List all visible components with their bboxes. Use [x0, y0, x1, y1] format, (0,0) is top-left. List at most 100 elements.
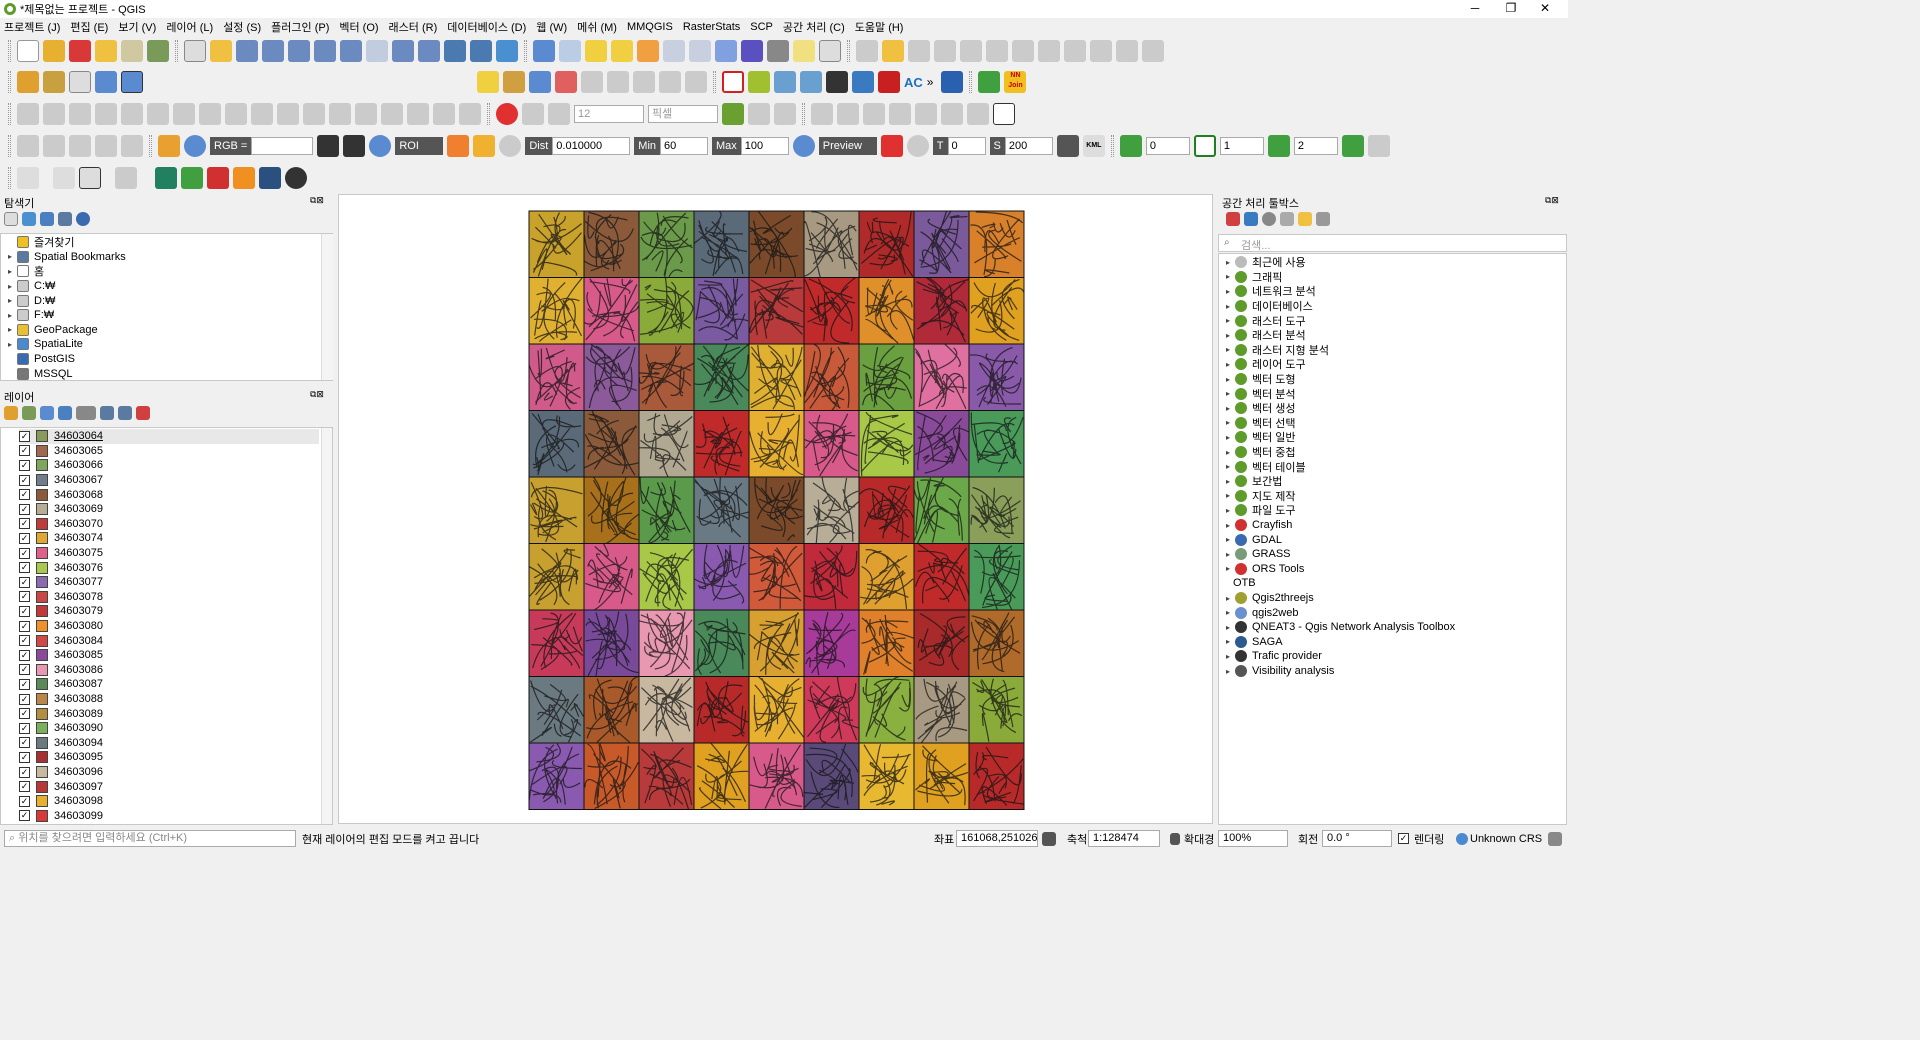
- layer-item[interactable]: ✓ 34603066: [19, 458, 103, 473]
- menu-item[interactable]: 편집 (E): [70, 19, 108, 35]
- add-part-icon[interactable]: [173, 103, 195, 125]
- style-manager-icon[interactable]: [147, 40, 169, 62]
- map-tips-icon[interactable]: [793, 40, 815, 62]
- layer-item[interactable]: ✓ 34603069: [19, 502, 103, 517]
- magnifier-input[interactable]: 100%: [1218, 830, 1288, 847]
- add-selected-icon[interactable]: [4, 212, 18, 226]
- layer-visibility-checkbox[interactable]: ✓: [19, 781, 30, 793]
- layer-visibility-checkbox[interactable]: ✓: [19, 489, 30, 501]
- text-annotation-icon[interactable]: [819, 40, 841, 62]
- layer-visibility-checkbox[interactable]: ✓: [19, 620, 30, 632]
- scp-roi-zoom-icon[interactable]: [369, 135, 392, 157]
- layers-panel-controls[interactable]: ⧉⊠: [310, 389, 324, 400]
- layer-visibility-checkbox[interactable]: ✓: [19, 547, 30, 559]
- pan-to-selection-icon[interactable]: [210, 40, 232, 62]
- vertex-tool-icon[interactable]: [960, 40, 982, 62]
- zoom-last-icon[interactable]: [392, 40, 414, 62]
- processing-toolbox-icon[interactable]: [715, 40, 737, 62]
- layer-item[interactable]: ✓ 34603098: [19, 794, 103, 809]
- filter-legend-icon[interactable]: [58, 406, 72, 420]
- style-layer-icon[interactable]: [4, 406, 18, 420]
- expand-arrow-icon[interactable]: ▸: [1223, 550, 1233, 559]
- select-features-icon[interactable]: [585, 40, 607, 62]
- snapping-layers-icon[interactable]: [522, 103, 544, 125]
- toolbar-grip[interactable]: [8, 103, 11, 125]
- align-top-icon[interactable]: [863, 103, 885, 125]
- layer-visibility-checkbox[interactable]: ✓: [19, 635, 30, 647]
- render-checkbox[interactable]: ✓: [1398, 833, 1409, 844]
- edit-features-in-place-icon[interactable]: [1298, 212, 1312, 226]
- scp-s-input[interactable]: 200: [1004, 137, 1053, 155]
- field-calculator-icon[interactable]: [689, 40, 711, 62]
- globe-plugin-icon[interactable]: [774, 71, 796, 93]
- scp-preview-zoom-icon[interactable]: [792, 135, 815, 157]
- split-parts-icon[interactable]: [355, 103, 377, 125]
- expand-arrow-icon[interactable]: ▸: [1223, 506, 1233, 515]
- processing-panel-controls[interactable]: ⧉⊠: [1545, 195, 1559, 206]
- band-input-2[interactable]: 1: [1219, 137, 1264, 155]
- expand-arrow-icon[interactable]: ▸: [1223, 477, 1233, 486]
- layer-item[interactable]: ✓ 34603079: [19, 604, 103, 619]
- shape-tool-icon[interactable]: [17, 135, 39, 157]
- layer-visibility-checkbox[interactable]: ✓: [19, 766, 30, 778]
- layer-item[interactable]: ✓ 34603087: [19, 677, 103, 692]
- browser-item[interactable]: 즐겨찾기: [5, 235, 74, 250]
- layer-visibility-checkbox[interactable]: ✓: [19, 605, 30, 617]
- paste-features-icon[interactable]: [1090, 40, 1112, 62]
- copy-tool-icon[interactable]: [95, 135, 117, 157]
- expand-arrow-icon[interactable]: ▸: [1223, 287, 1233, 296]
- browser-item[interactable]: ▸ F:₩: [5, 308, 54, 323]
- scp-classification-icon[interactable]: [447, 135, 470, 157]
- expand-arrow-icon[interactable]: ▸: [5, 311, 15, 320]
- snapping-unit-select[interactable]: 픽셀: [648, 105, 718, 123]
- merge-attributes-icon[interactable]: [407, 103, 429, 125]
- processing-provider-item[interactable]: ▸ ORS Tools: [1223, 562, 1304, 577]
- modify-attributes-icon[interactable]: [986, 40, 1008, 62]
- layer-item[interactable]: ✓ 34603084: [19, 633, 103, 648]
- expand-arrow-icon[interactable]: ▸: [5, 252, 15, 261]
- merge-features-icon[interactable]: [381, 103, 403, 125]
- scp-t-input[interactable]: 0: [947, 137, 986, 155]
- menu-item[interactable]: 벡터 (O): [339, 19, 378, 35]
- browser-item[interactable]: ▸ Spatial Bookmarks: [5, 250, 126, 265]
- rotate-feature-icon[interactable]: [95, 103, 117, 125]
- scp-trash-icon[interactable]: [1056, 135, 1079, 157]
- add-ring-icon[interactable]: [147, 103, 169, 125]
- plugin-home-icon[interactable]: [207, 167, 229, 189]
- advanced-digitize-icon[interactable]: [43, 103, 65, 125]
- processing-provider-item[interactable]: ▸ 벡터 도형: [1223, 372, 1296, 387]
- menu-item[interactable]: 메쉬 (M): [577, 19, 617, 35]
- move-feature-icon[interactable]: [69, 103, 91, 125]
- layer-item[interactable]: ✓ 34603096: [19, 765, 103, 780]
- layer-item[interactable]: ✓ 34603089: [19, 706, 103, 721]
- band-apply-3-icon[interactable]: [1341, 135, 1364, 157]
- plugin-help-icon[interactable]: [285, 167, 307, 189]
- zoom-to-selection-icon[interactable]: [314, 40, 336, 62]
- scp-roi-redo-icon[interactable]: [343, 135, 366, 157]
- processing-provider-item[interactable]: ▸ Trafic provider: [1223, 649, 1322, 664]
- filter-browser-icon[interactable]: [40, 212, 54, 226]
- label-diagram-icon[interactable]: [503, 71, 525, 93]
- filter-expression-icon[interactable]: [76, 406, 96, 420]
- toolbar-grip[interactable]: [175, 40, 178, 62]
- layer-visibility-checkbox[interactable]: ✓: [19, 751, 30, 763]
- hexagon-plugin-icon[interactable]: [722, 71, 744, 93]
- scp-redo-icon[interactable]: [906, 135, 929, 157]
- toolbar-grip[interactable]: [149, 135, 152, 157]
- save-edits-icon[interactable]: [908, 40, 930, 62]
- layer-visibility-checkbox[interactable]: ✓: [19, 591, 30, 603]
- export-icon[interactable]: [115, 167, 137, 189]
- offset-curve-icon[interactable]: [303, 103, 325, 125]
- snap-intersection-icon[interactable]: [748, 103, 770, 125]
- expand-arrow-icon[interactable]: ▸: [1223, 316, 1233, 325]
- rotate-symbols-icon[interactable]: [433, 103, 455, 125]
- scp-main-icon[interactable]: [158, 135, 180, 157]
- processing-provider-item[interactable]: ▸ 파일 도구: [1223, 503, 1296, 518]
- zoom-full-icon[interactable]: [288, 40, 310, 62]
- expand-arrow-icon[interactable]: ▸: [1223, 360, 1233, 369]
- scp-max-input[interactable]: 100: [740, 137, 789, 155]
- digitize-icon[interactable]: [17, 103, 39, 125]
- layout-manager-icon[interactable]: [121, 40, 143, 62]
- new-geopackage-layer-icon[interactable]: [43, 71, 65, 93]
- layer-item[interactable]: ✓ 34603077: [19, 575, 103, 590]
